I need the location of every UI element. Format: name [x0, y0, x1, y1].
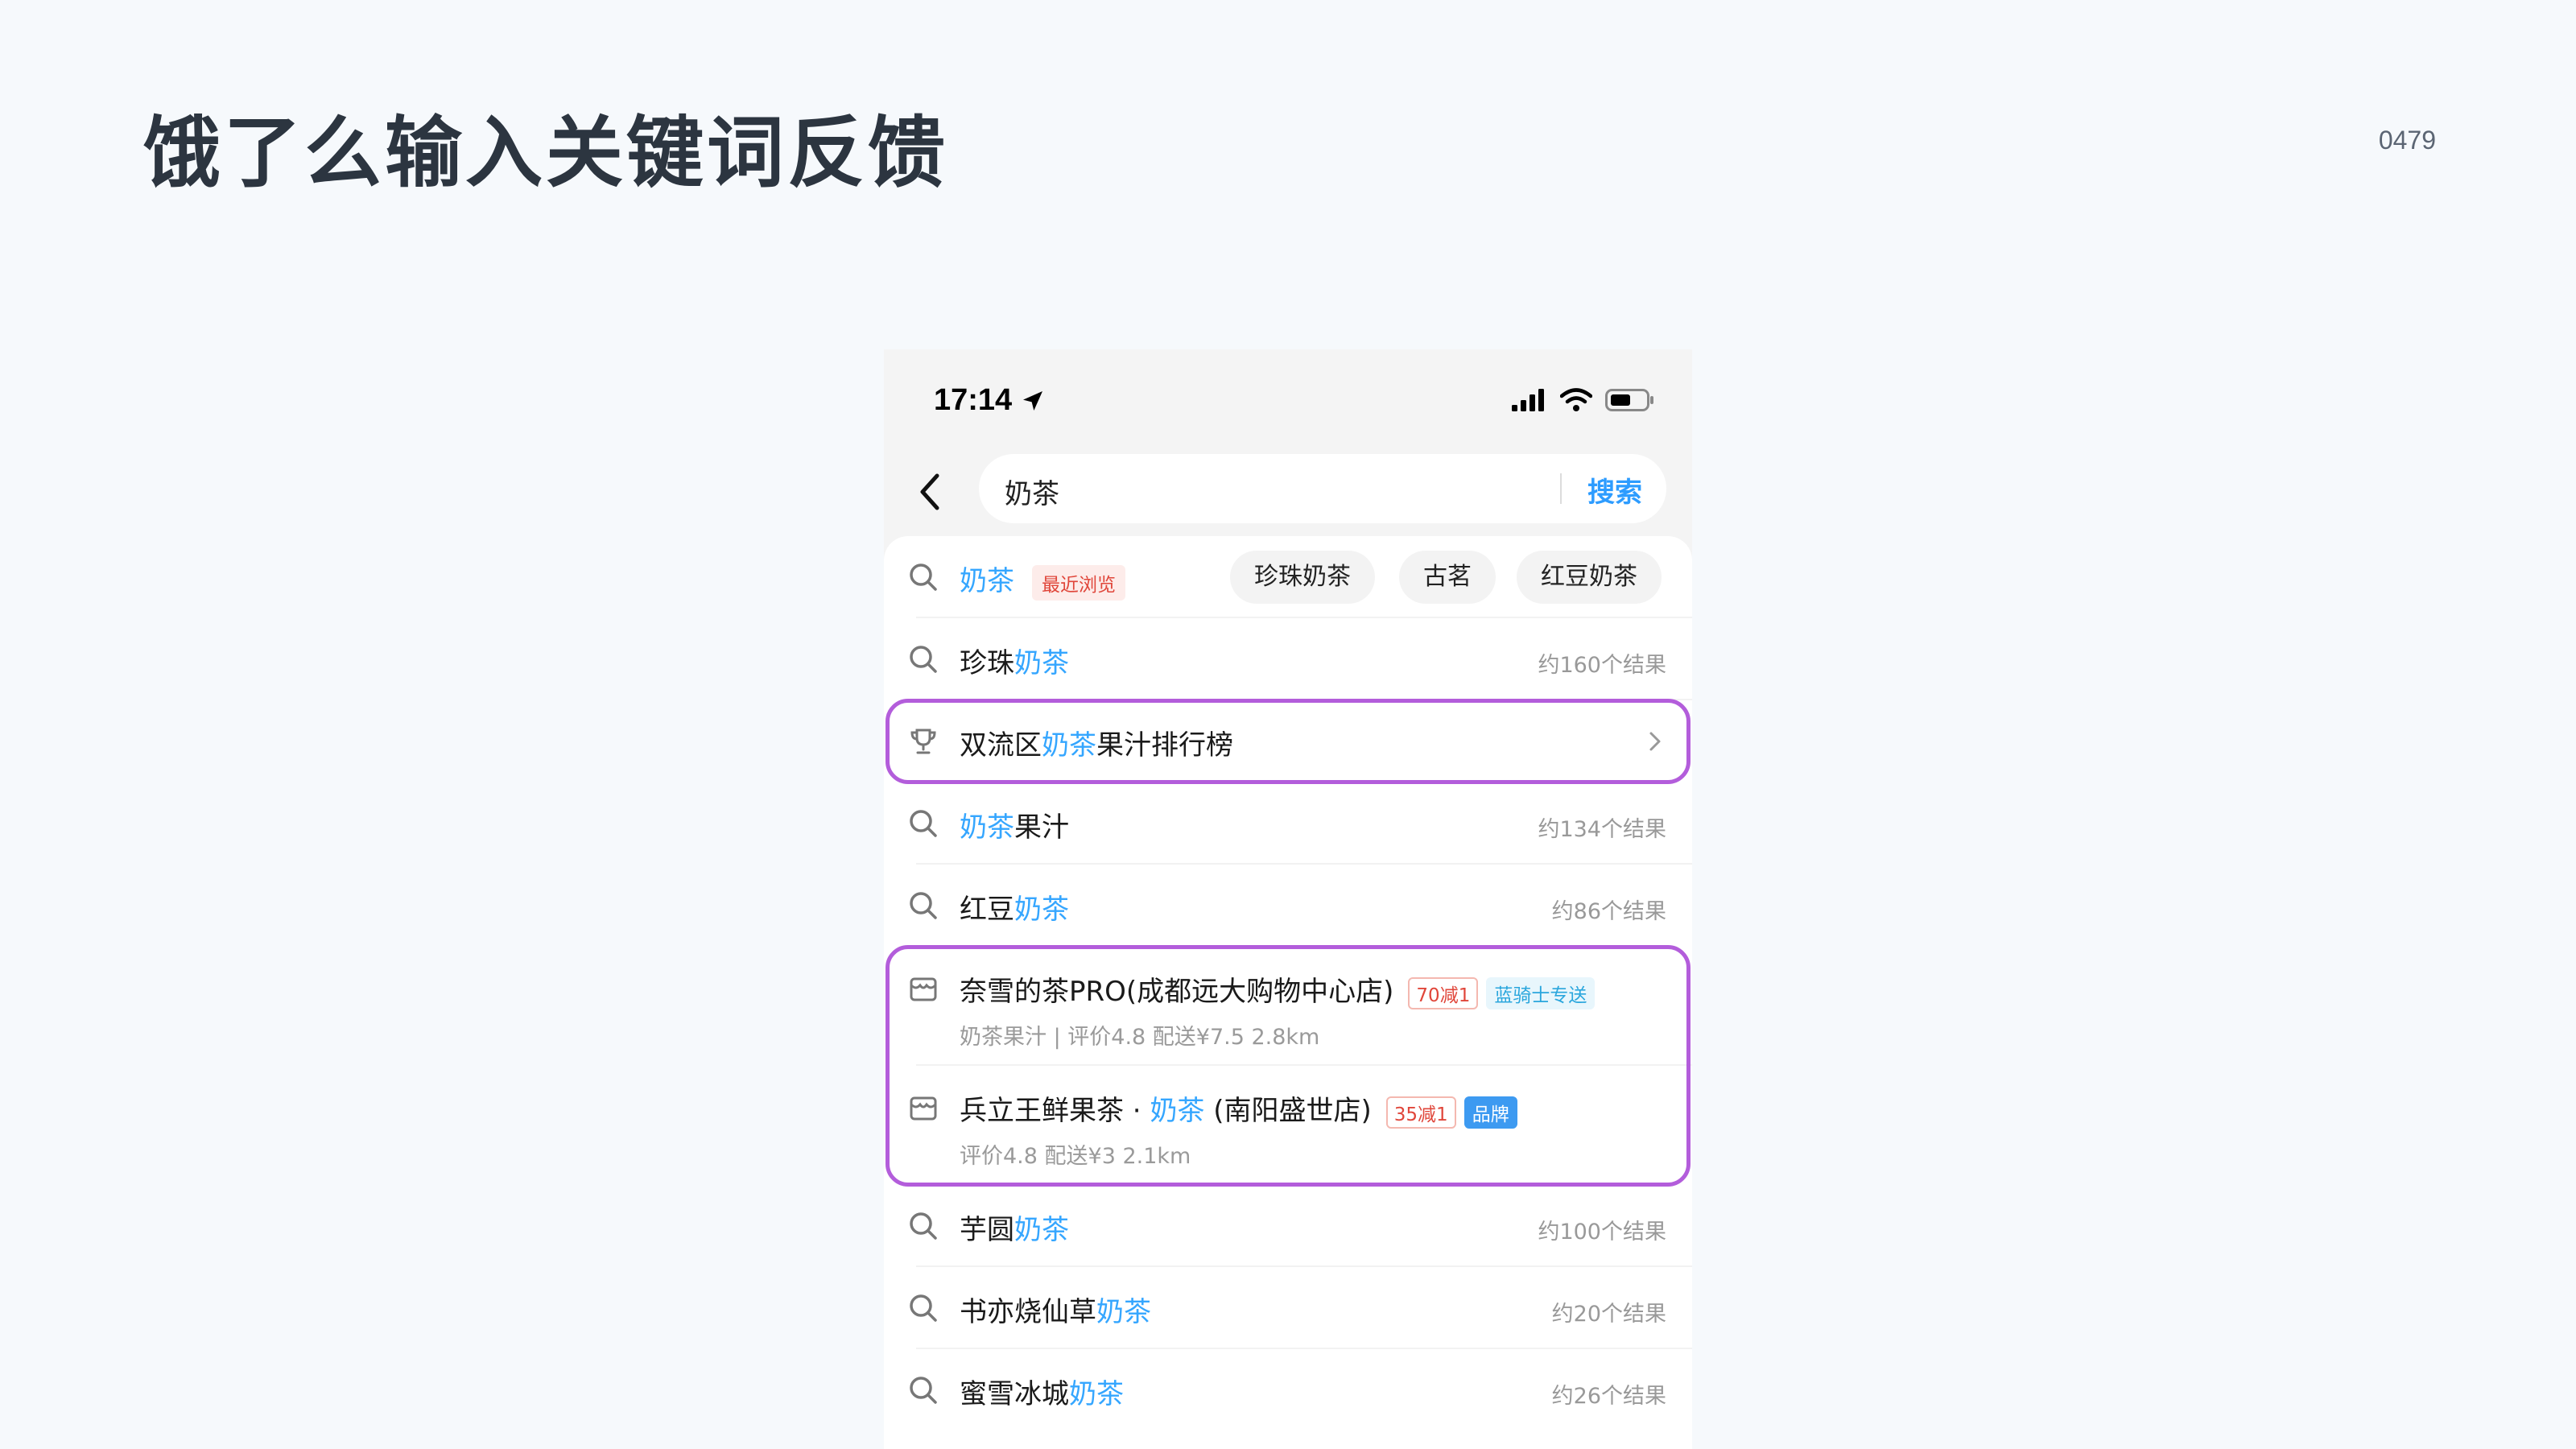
- signal-icon: [1512, 389, 1544, 411]
- suggestion-row[interactable]: 奶茶果汁 约134个结果: [884, 782, 1692, 865]
- chip-red-bean-milk-tea[interactable]: 红豆奶茶: [1517, 551, 1662, 604]
- suggestion-list: 奶茶 最近浏览 珍珠奶茶 古茗 红豆奶茶 珍珠奶茶 约160个结果 双流区奶茶果…: [884, 536, 1692, 1449]
- status-time: 17:14: [934, 383, 1046, 418]
- suggestion-row[interactable]: 书亦烧仙草奶茶 约20个结果: [884, 1267, 1692, 1349]
- search-icon: [910, 1294, 937, 1322]
- phone-screen: 17:14 奶茶 搜索 奶茶 最近浏览 珍珠奶茶 古茗 红豆奶茶 珍珠奶茶 约1…: [884, 349, 1692, 1449]
- search-icon: [910, 810, 937, 837]
- suggestion-label: 书亦烧仙草奶茶: [960, 1296, 1151, 1328]
- suggestion-label: 蜜雪冰城奶茶: [960, 1378, 1124, 1410]
- chip-pearl-milk-tea[interactable]: 珍珠奶茶: [1230, 551, 1375, 604]
- suggestion-label: 芋圆奶茶: [960, 1214, 1069, 1246]
- highlight-frame-ranking: [886, 699, 1690, 784]
- suggestion-label: 红豆奶茶: [960, 894, 1069, 926]
- result-count: 约26个结果: [1551, 1384, 1666, 1409]
- page-number: 0479: [2378, 126, 2436, 155]
- status-bar: 17:14: [884, 349, 1692, 454]
- search-icon: [910, 646, 937, 673]
- search-input[interactable]: 奶茶 搜索: [979, 454, 1666, 523]
- wifi-icon: [1560, 388, 1592, 411]
- search-button[interactable]: 搜索: [1587, 470, 1642, 510]
- location-arrow-icon: [1023, 390, 1043, 411]
- suggestion-label: 奶茶果汁: [960, 811, 1069, 844]
- battery-icon: [1605, 389, 1653, 411]
- page-title: 饿了么输入关键词反馈: [143, 108, 948, 198]
- result-count: 约160个结果: [1538, 653, 1666, 678]
- search-bar: 奶茶 搜索: [884, 454, 1692, 536]
- search-icon: [910, 892, 937, 919]
- result-count: 约86个结果: [1551, 899, 1666, 924]
- recent-tag: 最近浏览: [1032, 564, 1125, 601]
- suggestion-label: 珍珠奶茶: [960, 647, 1069, 679]
- chip-guming[interactable]: 古茗: [1399, 551, 1496, 604]
- recent-row[interactable]: 奶茶 最近浏览 珍珠奶茶 古茗 红豆奶茶: [884, 536, 1692, 618]
- search-icon: [910, 564, 937, 591]
- suggestion-row[interactable]: 蜜雪冰城奶茶 约26个结果: [884, 1349, 1692, 1431]
- result-count: 约20个结果: [1551, 1302, 1666, 1327]
- chevron-left-icon: [920, 473, 939, 510]
- search-icon: [910, 1212, 937, 1240]
- search-query[interactable]: 奶茶: [1005, 472, 1059, 511]
- search-divider: [1560, 473, 1562, 504]
- result-count: 约100个结果: [1538, 1220, 1666, 1245]
- suggestion-row[interactable]: 芋圆奶茶 约100个结果: [884, 1185, 1692, 1267]
- recent-keyword: 奶茶: [960, 565, 1014, 597]
- time-text: 17:14: [934, 383, 1013, 417]
- back-button[interactable]: [906, 469, 953, 515]
- highlight-frame-shops: [886, 945, 1690, 1187]
- search-icon: [910, 1377, 937, 1404]
- recent-keyword-label: 奶茶 最近浏览: [960, 559, 1125, 601]
- suggestion-row[interactable]: 珍珠奶茶 约160个结果: [884, 618, 1692, 700]
- status-icons: [1512, 388, 1655, 412]
- suggestion-row[interactable]: 红豆奶茶 约86个结果: [884, 865, 1692, 947]
- result-count: 约134个结果: [1538, 817, 1666, 842]
